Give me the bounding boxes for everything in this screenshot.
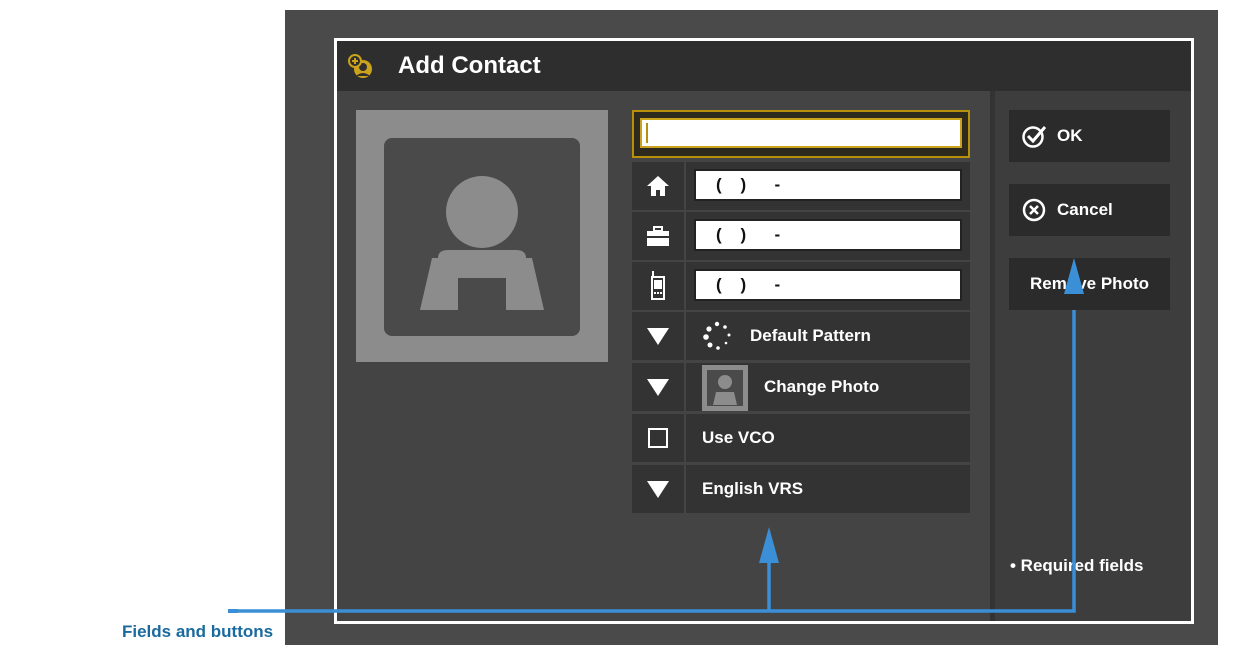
annotation-arrow-up [759, 527, 779, 563]
annotation-label: Fields and buttons [122, 622, 274, 641]
annotation-arrow-up [1064, 258, 1084, 294]
annotation-callout [228, 258, 1084, 613]
